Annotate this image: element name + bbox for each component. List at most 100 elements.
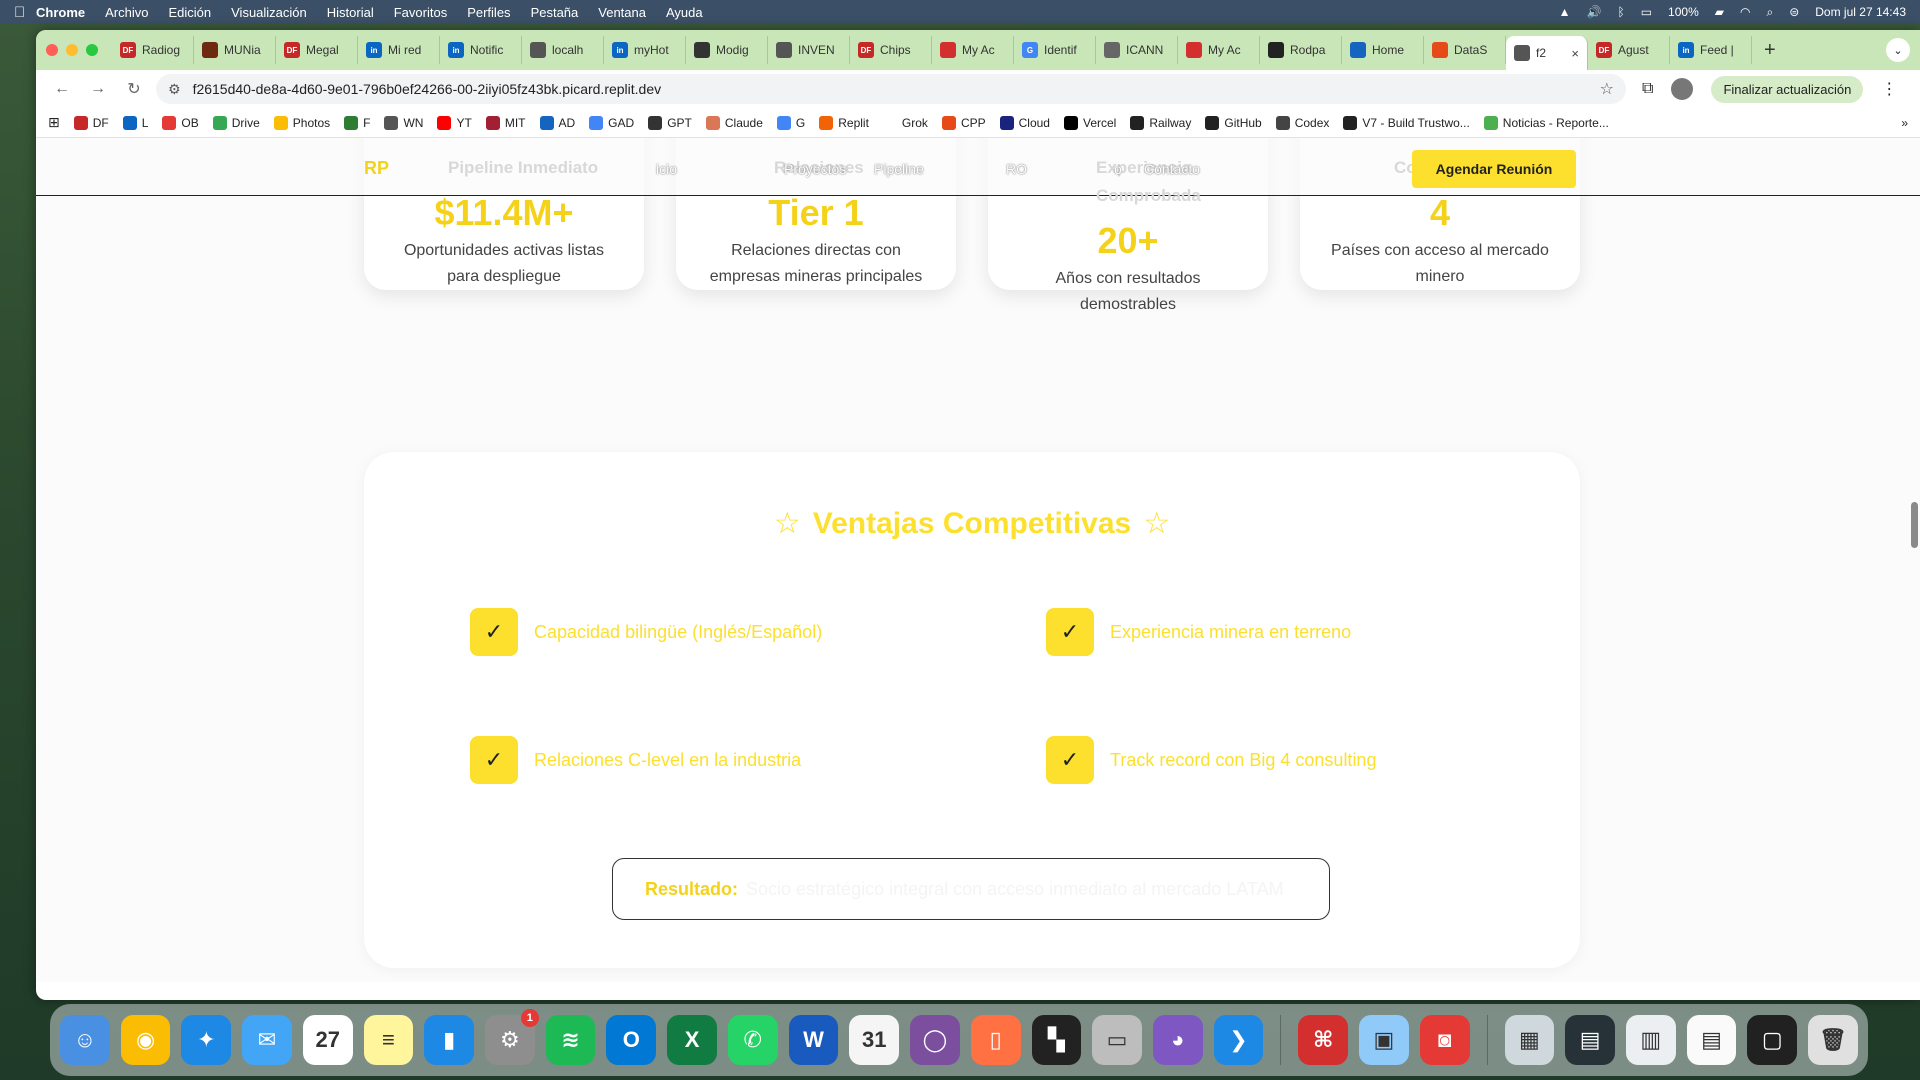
mail-dock-icon[interactable]: ✉ — [242, 1015, 292, 1065]
extensions-icon[interactable]: ⧉ — [1642, 80, 1653, 98]
app-phone-dock-icon[interactable]: ▯ — [970, 1015, 1021, 1065]
site-info-icon[interactable]: ⚙ — [168, 81, 181, 98]
minimize-window-button[interactable] — [66, 44, 78, 56]
battery-percent[interactable]: 100% — [1668, 5, 1699, 19]
recent-4-dock-icon[interactable]: ▤ — [1686, 1015, 1737, 1065]
tab[interactable]: ICANN — [1096, 36, 1178, 64]
close-tab-icon[interactable]: × — [1571, 46, 1579, 61]
back-arrow-icon[interactable]: ← — [48, 80, 76, 98]
app-gray-dock-icon[interactable]: ▭ — [1092, 1015, 1142, 1065]
forward-arrow-icon[interactable]: → — [84, 80, 112, 98]
tab[interactable]: INVEN — [768, 36, 850, 64]
bookmark-item[interactable]: Cloud — [999, 115, 1050, 130]
nav-link-fragment[interactable]: o — [1114, 161, 1122, 177]
tab[interactable]: in myHot — [604, 36, 686, 64]
bluetooth-icon[interactable]: ᛒ — [1618, 5, 1625, 19]
github-desktop-dock-icon[interactable]: ◕ — [1152, 1015, 1203, 1065]
bookmark-item[interactable]: V7 - Build Trustwo... — [1343, 115, 1470, 130]
bookmark-item[interactable]: GAD — [589, 115, 634, 130]
bookmark-item[interactable]: Photos — [273, 115, 330, 130]
tab[interactable]: Home — [1342, 36, 1424, 64]
menu-ayuda[interactable]: Ayuda — [666, 5, 703, 20]
url-text[interactable]: f2615d40-de8a-4d60-9e01-796b0ef24266-00-… — [193, 81, 662, 97]
tab[interactable]: Modig — [686, 36, 768, 64]
tab[interactable]: in Feed | — [1670, 36, 1752, 64]
bookmark-item[interactable]: F — [344, 115, 370, 130]
bookmark-item[interactable]: Drive — [212, 115, 260, 130]
schedule-meeting-button[interactable]: Agendar Reunión — [1412, 150, 1576, 188]
tab[interactable]: My Ac — [1178, 36, 1260, 64]
reload-icon[interactable]: ↻ — [120, 79, 148, 99]
finish-update-button[interactable]: Finalizar actualización — [1711, 75, 1864, 103]
chrome-dock-icon[interactable]: ◉ — [120, 1015, 171, 1065]
recent-1-dock-icon[interactable]: ▦ — [1504, 1015, 1555, 1065]
bookmark-item[interactable]: CPP — [941, 115, 986, 130]
safari-dock-icon[interactable]: ✦ — [181, 1015, 232, 1065]
nav-link-pipeline[interactable]: Pipeline — [874, 161, 924, 177]
page-scrollbar[interactable] — [1911, 502, 1918, 548]
bookmark-item[interactable]: Railway — [1130, 115, 1191, 130]
menu-favoritos[interactable]: Favoritos — [394, 5, 447, 20]
notes-dock-icon[interactable]: ≡ — [363, 1015, 414, 1065]
calendar-dock-icon[interactable]: 27 — [302, 1015, 353, 1065]
bookmark-item[interactable]: WN — [384, 115, 423, 130]
tab-search-chevron-icon[interactable]: ⌄ — [1886, 38, 1910, 62]
vscode-dock-icon[interactable]: ❯ — [1213, 1015, 1264, 1065]
zoom-window-button[interactable] — [86, 44, 98, 56]
bookmark-item[interactable]: GPT — [648, 115, 692, 130]
tab-active[interactable]: f2 × — [1506, 36, 1588, 70]
trash-dock-icon[interactable]: 🗑 — [1808, 1015, 1858, 1065]
control-center-icon[interactable]: ⊜ — [1789, 5, 1799, 19]
bookmark-star-icon[interactable]: ☆ — [1600, 79, 1614, 99]
bookmark-item[interactable]: OB — [162, 115, 199, 130]
tab[interactable]: in Mi red — [358, 36, 440, 64]
recent-5-dock-icon[interactable]: ▢ — [1747, 1015, 1798, 1065]
menu-visualizacion[interactable]: Visualización — [231, 5, 307, 20]
spotify-dock-icon[interactable]: ≋ — [545, 1015, 596, 1065]
wifi-icon[interactable]: ◠ — [1740, 5, 1750, 19]
keynote-dock-icon[interactable]: ▮ — [424, 1015, 475, 1065]
menu-ventana[interactable]: Ventana — [598, 5, 646, 20]
bookmark-item[interactable]: Grok — [882, 115, 928, 130]
apps-grid-icon[interactable]: ⊞ — [48, 114, 60, 131]
address-bar[interactable]: ⚙ f2615d40-de8a-4d60-9e01-796b0ef24266-0… — [156, 74, 1626, 104]
finder-dock-icon[interactable]: ☺ — [60, 1015, 110, 1065]
recent-3-dock-icon[interactable]: ▥ — [1625, 1015, 1676, 1065]
nav-link-inicio[interactable]: icio — [656, 161, 677, 177]
settings-dock-icon[interactable]: ⚙ 1 — [485, 1009, 539, 1065]
whatsapp-dock-icon[interactable]: ✆ — [727, 1015, 778, 1065]
bookmark-item[interactable]: DF — [73, 115, 109, 130]
bookmark-item[interactable]: MIT — [485, 115, 526, 130]
new-tab-button[interactable]: + — [1764, 39, 1776, 62]
calendar-31-dock-icon[interactable]: 31 — [849, 1015, 900, 1065]
menu-pestana[interactable]: Pestaña — [531, 5, 579, 20]
bookmark-item[interactable]: Replit — [819, 115, 869, 130]
tab[interactable]: DF Megal — [276, 36, 358, 64]
volume-icon[interactable]: 🔊 — [1587, 5, 1602, 19]
display-icon[interactable]: ▭ — [1641, 5, 1652, 19]
bookmark-item[interactable]: GitHub — [1205, 115, 1262, 130]
app-red-squares-dock-icon[interactable]: ▚ — [1031, 1015, 1082, 1065]
tab[interactable]: My Ac — [932, 36, 1014, 64]
tab[interactable]: DF Agust — [1588, 36, 1670, 64]
battery-icon[interactable]: ▰ — [1715, 5, 1724, 19]
menu-edicion[interactable]: Edición — [168, 5, 211, 20]
tab[interactable]: Rodpa — [1260, 36, 1342, 64]
preview-dock-icon[interactable]: ▣ — [1359, 1015, 1409, 1065]
tab[interactable]: G Identif — [1014, 36, 1096, 64]
acrobat-dock-icon[interactable]: ⌘ — [1298, 1015, 1349, 1065]
menu-perfiles[interactable]: Perfiles — [467, 5, 510, 20]
bookmark-item[interactable]: L — [122, 115, 148, 130]
excel-dock-icon[interactable]: X — [667, 1015, 717, 1065]
site-logo[interactable]: RP — [364, 158, 389, 179]
bookmark-item[interactable]: YT — [437, 115, 472, 130]
kebab-menu-icon[interactable]: ⋮ — [1881, 79, 1897, 99]
bookmark-item[interactable]: AD — [539, 115, 575, 130]
drive-icon[interactable]: ▲ — [1559, 5, 1571, 19]
menu-app-name[interactable]: Chrome — [36, 5, 85, 20]
tab[interactable]: MUNia — [194, 36, 276, 64]
menu-archivo[interactable]: Archivo — [105, 5, 148, 20]
tab[interactable]: in Notific — [440, 36, 522, 64]
bookmark-item[interactable]: G — [776, 115, 805, 130]
outlook-dock-icon[interactable]: O — [606, 1015, 657, 1065]
